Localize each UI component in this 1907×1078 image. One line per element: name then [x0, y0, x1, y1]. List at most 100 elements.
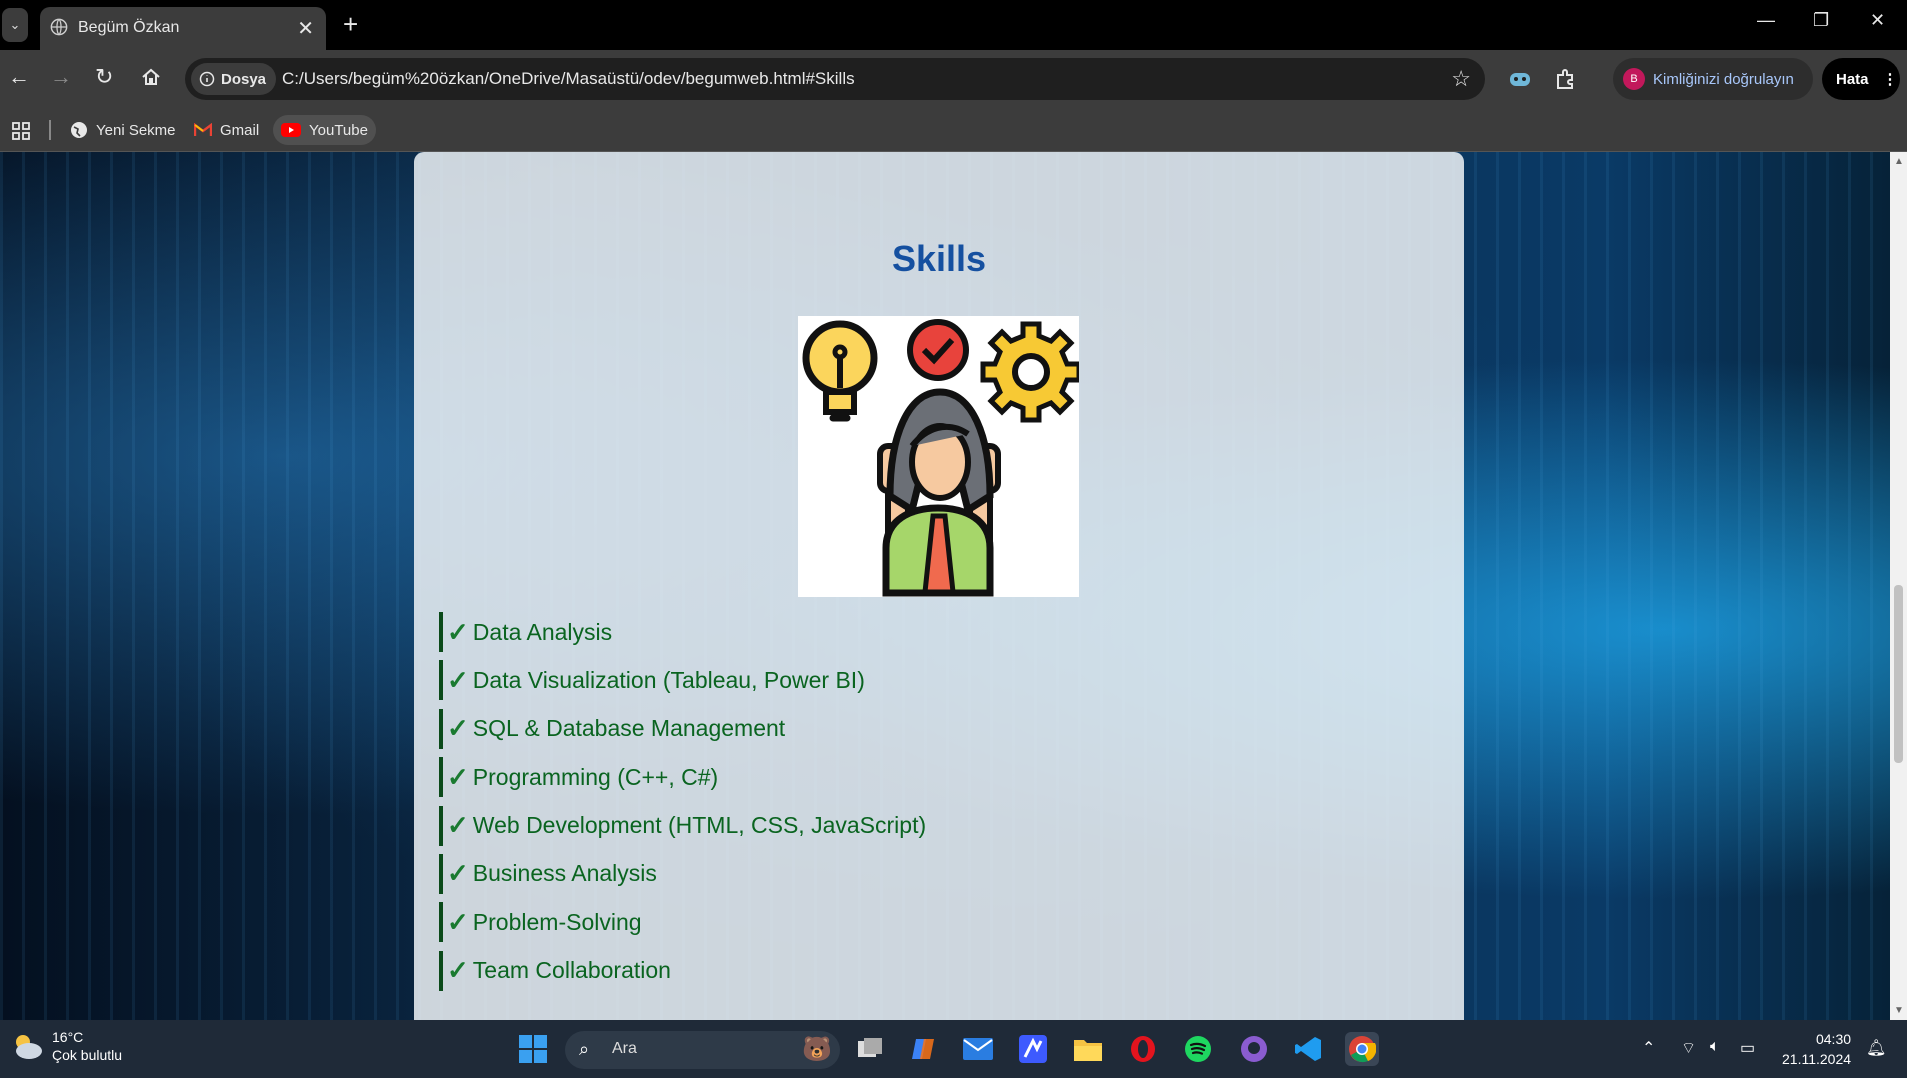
extensions-puzzle-icon[interactable]: [1554, 67, 1578, 91]
clock-date: 21.11.2024: [1782, 1051, 1852, 1067]
system-clock[interactable]: 04:30 21.11.2024: [1782, 1029, 1851, 1069]
page-scrollbar[interactable]: ▲ ▼: [1890, 152, 1907, 1020]
restore-icon[interactable]: ❐: [1813, 10, 1829, 31]
bookmarks-bar: Yeni Sekme Gmail YouTube: [0, 108, 1907, 152]
home-icon[interactable]: [141, 67, 161, 87]
skills-illustration: [798, 316, 1082, 597]
error-menu-button[interactable]: Hata ⋮: [1822, 58, 1900, 100]
task-view-icon[interactable]: [853, 1032, 887, 1066]
temperature: 16°C: [52, 1029, 84, 1045]
volume-icon[interactable]: 🔈︎: [1710, 1038, 1720, 1056]
profile-button[interactable]: B Kimliğinizi doğrulayın: [1613, 58, 1813, 100]
bookmark-youtube[interactable]: YouTube: [273, 115, 376, 145]
checkmark-icon: ✓: [447, 664, 469, 695]
scroll-up-icon[interactable]: ▲: [1894, 156, 1904, 167]
skill-label: Data Analysis: [472, 618, 613, 645]
list-item: ✓ SQL & Database Management: [439, 708, 926, 749]
list-item: ✓ Data Visualization (Tableau, Power BI): [439, 660, 926, 701]
checkmark-icon: ✓: [447, 955, 469, 986]
divider: [49, 120, 51, 140]
globe-icon: [50, 18, 68, 36]
list-item: ✓ Programming (C++, C#): [439, 757, 926, 798]
minimize-icon[interactable]: —: [1757, 10, 1775, 31]
skill-label: Programming (C++, C#): [472, 763, 719, 790]
skill-label: Problem-Solving: [472, 908, 642, 935]
skill-label: Team Collaboration: [472, 957, 671, 984]
file-explorer-icon[interactable]: [1071, 1032, 1105, 1066]
bookmark-label: Gmail: [220, 121, 260, 139]
list-item: ✓ Team Collaboration: [439, 950, 926, 991]
list-item: ✓ Web Development (HTML, CSS, JavaScript): [439, 805, 927, 846]
forward-arrow-icon[interactable]: →: [50, 64, 72, 90]
apps-grid-icon[interactable]: [12, 122, 30, 140]
skill-label: SQL & Database Management: [472, 715, 786, 742]
profile-label: Kimliğinizi doğrulayın: [1653, 70, 1794, 88]
skills-list: ✓ Data Analysis ✓ Data Visualization (Tabl…: [439, 612, 926, 999]
avatar: B: [1623, 68, 1645, 90]
site-info-label: Dosya: [221, 70, 267, 88]
clock-time: 04:30: [1815, 1031, 1852, 1047]
notification-bell-icon[interactable]: 🔔︎: [1866, 1038, 1886, 1058]
kebab-menu-icon: ⋮: [1882, 71, 1898, 88]
list-item: ✓ Problem-Solving: [439, 902, 926, 943]
show-hidden-icons-chevron[interactable]: ⌃: [1642, 1038, 1655, 1058]
vscode-icon[interactable]: [1292, 1032, 1326, 1066]
page-viewport: Skills ✓ Data Analysis ✓ Data Visualizat…: [0, 152, 1890, 1020]
close-tab-icon[interactable]: ✕: [297, 16, 314, 41]
bookmark-label: YouTube: [309, 121, 368, 139]
url-text: C:/Users/begüm%20özkan/OneDrive/Masaüstü…: [282, 69, 855, 88]
opera-icon[interactable]: [1126, 1032, 1160, 1066]
page-title: Skills: [891, 238, 987, 279]
gmail-icon: [194, 123, 212, 136]
taskbar-search-box[interactable]: ⌕ Ara 🐻: [565, 1031, 840, 1069]
bookmark-star-icon[interactable]: ☆: [1451, 66, 1471, 92]
spotify-icon[interactable]: [1181, 1032, 1215, 1066]
windows-start-icon[interactable]: [518, 1034, 548, 1064]
list-item: ✓ Data Analysis: [439, 612, 926, 652]
back-arrow-icon[interactable]: ←: [8, 64, 30, 90]
chrome-icon[interactable]: [1345, 1032, 1379, 1066]
copilot-icon[interactable]: [907, 1032, 941, 1066]
person-figure: [877, 388, 1001, 597]
github-icon[interactable]: [1237, 1032, 1271, 1066]
checkmark-icon: ✓: [447, 810, 469, 841]
scrollbar-thumb[interactable]: [1894, 585, 1903, 763]
wifi-icon[interactable]: ⌔: [1681, 1038, 1696, 1058]
tab-title: Begüm Özkan: [78, 19, 180, 36]
skill-label: Data Visualization (Tableau, Power BI): [472, 666, 865, 693]
skill-label: Web Development (HTML, CSS, JavaScript): [472, 812, 927, 839]
app-icon-blue[interactable]: [1016, 1032, 1050, 1066]
scroll-down-icon[interactable]: ▼: [1894, 1005, 1904, 1016]
address-bar[interactable]: Dosya C:/Users/begüm%20özkan/OneDrive/Ma…: [185, 58, 1485, 100]
browser-toolbar: ← → ↻ Dosya C:/Users/begüm%20özkan/OneDr…: [0, 50, 1907, 108]
bookmark-new-tab[interactable]: Yeni Sekme: [62, 115, 184, 145]
battery-icon[interactable]: ▭: [1740, 1038, 1755, 1058]
reload-icon[interactable]: ↻: [95, 64, 113, 90]
cloudy-weather-icon: [16, 1035, 42, 1059]
new-tab-button[interactable]: +: [343, 9, 358, 40]
checkmark-icon: ✓: [447, 616, 469, 647]
tab-search-button[interactable]: ⌄: [2, 8, 28, 42]
windows-taskbar: 16°C Çok bulutlu ⌕ Ara 🐻 ⌃ ⌔ 🔈︎ ▭ 04:30 …: [0, 1020, 1907, 1078]
extension-game-icon[interactable]: [1508, 67, 1532, 91]
weather-description: Çok bulutlu: [52, 1047, 123, 1063]
tab-active[interactable]: Begüm Özkan ✕: [40, 7, 326, 50]
gear-icon: [980, 321, 1082, 423]
site-info-chip[interactable]: Dosya: [191, 63, 277, 95]
tab-strip: ⌄ Begüm Özkan ✕ + — ❐ ✕: [0, 0, 1907, 50]
checkmark-icon: ✓: [447, 906, 469, 937]
bookmark-gmail[interactable]: Gmail: [186, 115, 267, 145]
checkmark-icon: ✓: [447, 713, 469, 744]
skills-section: Skills ✓ Data Analysis ✓ Data Visualizat…: [414, 152, 1464, 1020]
search-icon: ⌕: [579, 1039, 590, 1059]
youtube-icon: [281, 123, 301, 137]
chevron-down-icon: ⌄: [9, 17, 21, 32]
search-highlight-icon: 🐻: [802, 1036, 832, 1063]
mail-icon[interactable]: [961, 1032, 995, 1066]
globe-icon: [71, 122, 87, 138]
checkmark-icon: ✓: [447, 858, 469, 889]
weather-widget[interactable]: 16°C Çok bulutlu: [10, 1028, 122, 1064]
window-close-icon[interactable]: ✕: [1870, 10, 1885, 31]
bookmark-label: Yeni Sekme: [96, 121, 176, 139]
check-circle-icon: [907, 319, 969, 381]
